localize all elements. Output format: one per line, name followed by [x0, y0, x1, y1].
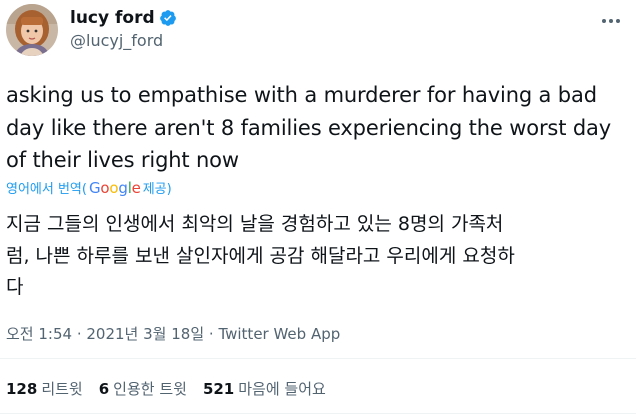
- avatar[interactable]: [6, 4, 58, 56]
- verified-badge-icon: [159, 9, 177, 27]
- profile-photo-icon: [6, 4, 58, 56]
- tweet-time[interactable]: 오전 1:54: [6, 325, 72, 343]
- more-options-icon[interactable]: [600, 10, 622, 32]
- engagement-stats: 128 리트윗 6 인용한 트윗 521 마음에 들어요: [6, 378, 342, 399]
- likes-stat[interactable]: 521 마음에 들어요: [203, 378, 326, 399]
- google-logo: Google: [88, 178, 141, 197]
- display-name[interactable]: lucy ford: [70, 8, 155, 28]
- likes-label: 마음에 들어요: [238, 380, 326, 398]
- translate-label-pre: 영어에서 번역(: [6, 182, 87, 197]
- user-handle[interactable]: @lucyj_ford: [70, 31, 163, 50]
- translate-label-post: 제공): [142, 182, 172, 197]
- divider: [0, 358, 636, 359]
- meta-separator: ·: [204, 325, 219, 343]
- quotes-count: 6: [98, 380, 110, 398]
- retweets-label: 리트윗: [41, 380, 83, 398]
- tweet-source[interactable]: Twitter Web App: [218, 325, 340, 343]
- likes-count: 521: [202, 380, 235, 398]
- retweets-count: 128: [6, 380, 38, 398]
- retweets-stat[interactable]: 128 리트윗: [6, 378, 83, 399]
- author-name-row: lucy ford: [70, 8, 177, 28]
- tweet-text: asking us to empathise with a murderer f…: [6, 83, 612, 172]
- quotes-label: 인용한 트윗: [113, 380, 187, 398]
- meta-separator: ·: [72, 325, 87, 343]
- quotes-stat[interactable]: 6 인용한 트윗: [99, 378, 187, 399]
- tweet-card: lucy ford @lucyj_ford asking us to empat…: [0, 0, 636, 414]
- tweet-date[interactable]: 2021년 3월 18일: [86, 325, 204, 343]
- translate-attribution[interactable]: 영어에서 번역( Google 제공): [6, 178, 172, 198]
- translated-text: 지금 그들의 인생에서 최악의 날을 경험하고 있는 8명의 가족처 럼, 나쁜…: [6, 213, 515, 298]
- tweet-meta: 오전 1:54 · 2021년 3월 18일 · Twitter Web App: [6, 323, 340, 344]
